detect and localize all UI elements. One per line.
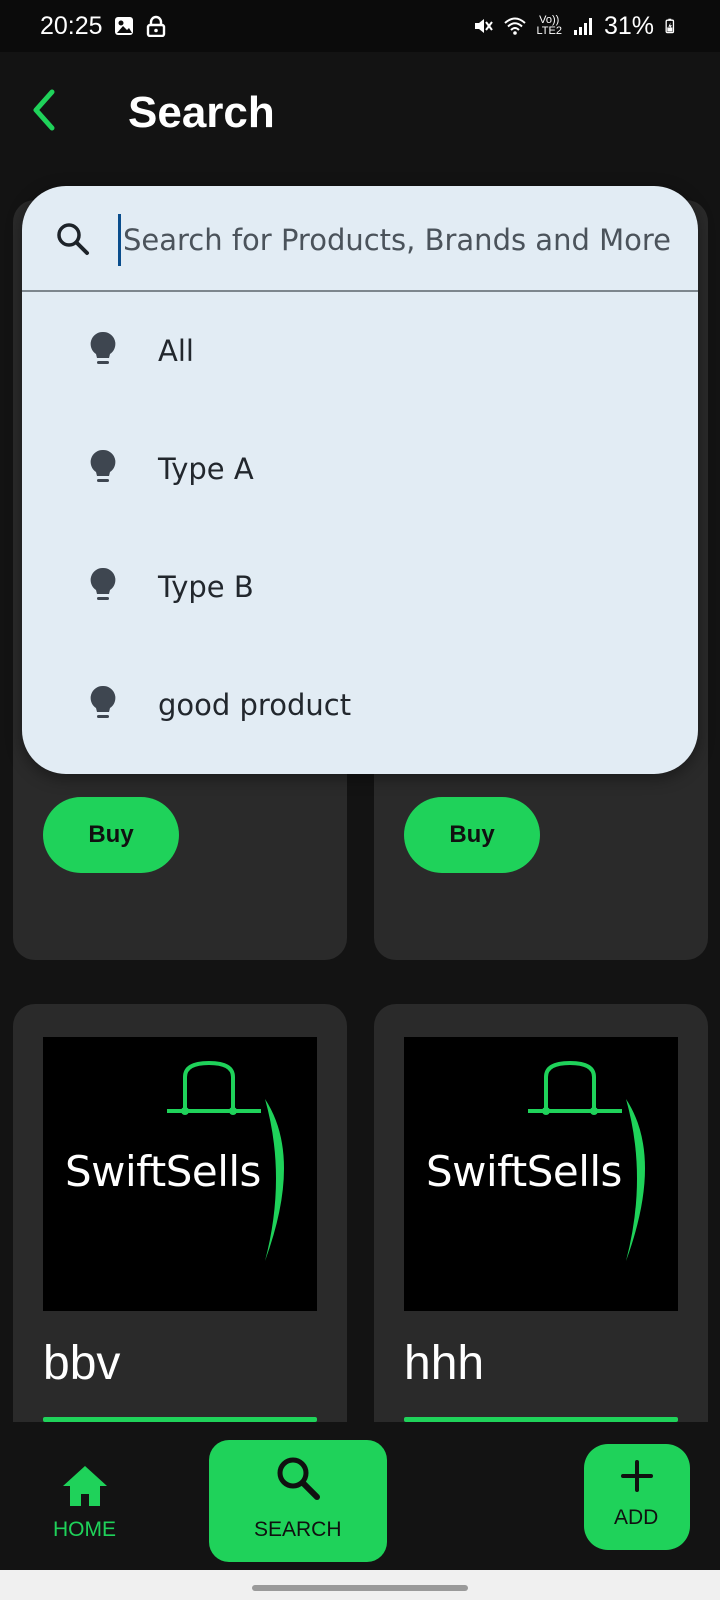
signal-icon [573,18,592,35]
product-name: bbv [43,1337,121,1390]
home-icon [63,1466,107,1506]
logo-text: SwiftSells [65,1147,261,1196]
lte-label: LTE2 [536,25,562,37]
product-card-4[interactable]: SwiftSells hhh [374,1004,708,1444]
wifi-icon [504,17,527,35]
suggestion-label: Type B [158,570,254,604]
network-type: Vo)) LTE2 [536,15,561,37]
nav-home-button[interactable]: HOME [40,1462,130,1552]
nav-add-button[interactable]: ADD [584,1444,690,1550]
nav-search-button[interactable]: SEARCH [209,1440,387,1562]
product-image: SwiftSells [404,1037,678,1311]
suggestion-item-good-product[interactable]: good product [22,646,698,764]
search-suggestions-panel: All Type A Type B good product [22,186,698,774]
suggestion-item-type-a[interactable]: Type A [22,410,698,528]
status-bar-left: 20:25 [40,12,167,41]
search-bar [22,186,698,292]
nav-home-label: HOME [53,1518,116,1541]
nav-search-label: SEARCH [254,1518,342,1541]
logo-text: SwiftSells [426,1147,622,1196]
gesture-navigation-bar [0,1570,720,1600]
status-bar: 20:25 Vo)) LTE2 31% [0,0,720,52]
lightbulb-icon [90,567,116,600]
suggestion-label: good product [158,688,352,722]
gesture-handle[interactable] [252,1585,468,1591]
search-icon [277,1457,320,1500]
gallery-icon [114,17,133,35]
product-card-3[interactable]: SwiftSells bbv [13,1004,347,1444]
mute-icon [475,19,494,33]
product-name: hhh [404,1337,485,1390]
suggestion-item-type-b[interactable]: Type B [22,528,698,646]
buy-button[interactable]: Buy [43,797,179,873]
buy-button[interactable]: Buy [404,797,540,873]
suggestion-label: Type A [158,452,254,486]
status-time: 20:25 [40,11,103,40]
chevron-left-icon [33,89,55,131]
search-input[interactable] [118,214,678,266]
lock-icon [146,15,165,37]
lightbulb-icon [90,449,116,482]
lightbulb-icon [90,331,116,364]
battery-charging-icon [665,18,675,34]
top-bar: Search [0,52,720,172]
status-bar-right: Vo)) LTE2 31% [472,12,680,41]
lightbulb-icon [90,685,116,718]
search-icon [57,223,89,255]
suggestion-item-all[interactable]: All [22,292,698,410]
back-button[interactable] [22,84,74,136]
battery-percent: 31% [603,11,654,40]
product-image: SwiftSells [43,1037,317,1311]
suggestion-label: All [158,334,194,368]
bottom-navigation: HOME SEARCH ADD [0,1422,720,1570]
plus-icon [621,1460,653,1492]
nav-add-label: ADD [614,1506,659,1529]
page-title: Search [128,88,275,137]
